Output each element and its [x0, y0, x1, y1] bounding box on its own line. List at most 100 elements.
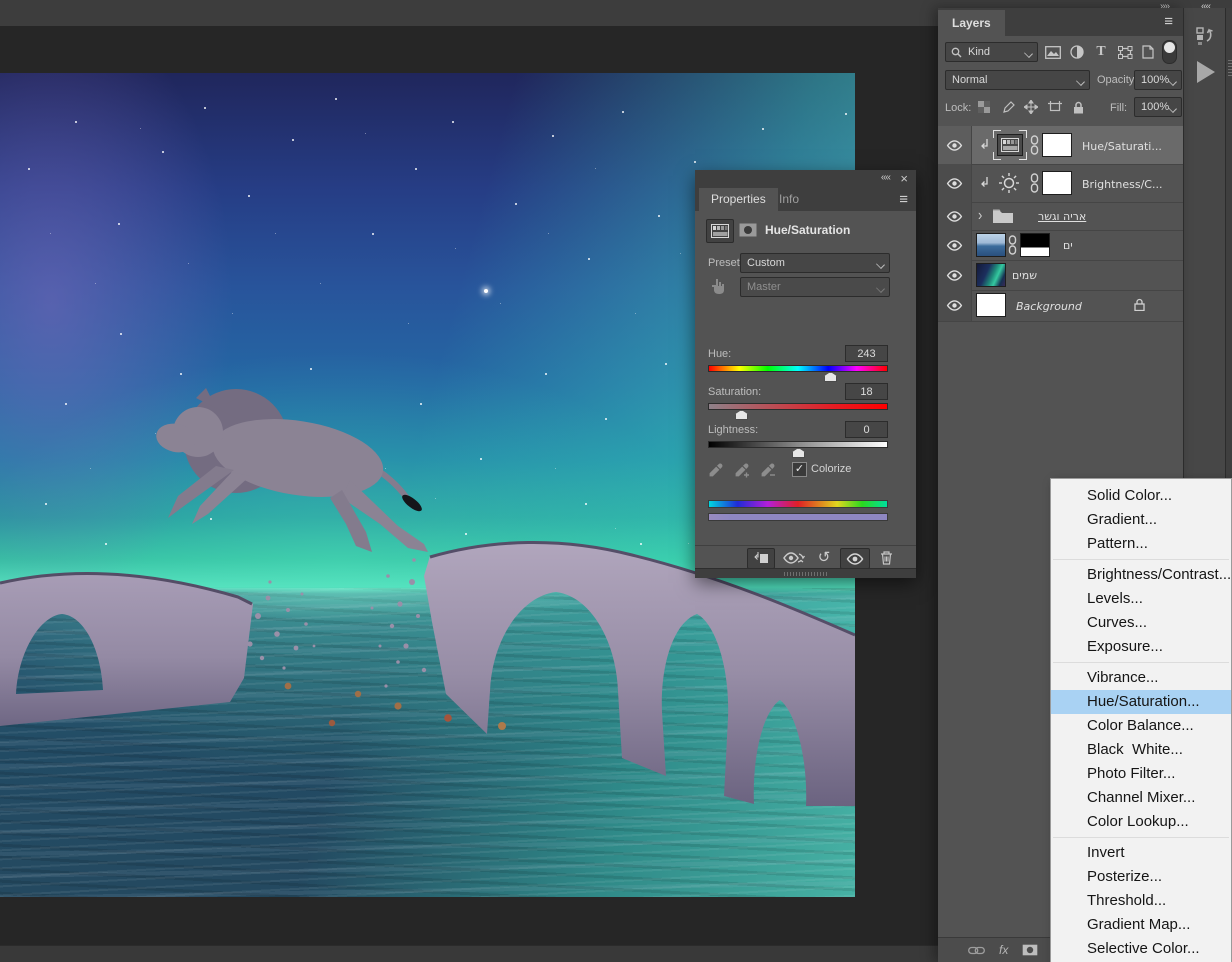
- lock-artboard-icon[interactable]: [1044, 97, 1066, 117]
- panel-menu-icon[interactable]: ≡: [899, 192, 908, 207]
- lock-transparency-icon[interactable]: [974, 97, 994, 117]
- background-thumbnail[interactable]: [976, 293, 1006, 317]
- layer-style-icon[interactable]: fx: [999, 943, 1008, 957]
- filter-adjustment-layers-icon[interactable]: [1066, 42, 1088, 62]
- eyedropper-plus-icon[interactable]: [731, 459, 753, 481]
- menu-item-brightness-contrast[interactable]: Brightness/Contrast...: [1051, 563, 1231, 587]
- menu-item-photo-filter[interactable]: Photo Filter...: [1051, 762, 1231, 786]
- preset-dropdown[interactable]: Custom: [740, 253, 890, 273]
- clip-to-layer-button[interactable]: [747, 548, 775, 569]
- collapse-panel-icon[interactable]: ««: [881, 172, 890, 183]
- menu-item-vibrance[interactable]: Vibrance...: [1051, 666, 1231, 690]
- visibility-toggle[interactable]: [938, 260, 972, 290]
- layer-name[interactable]: אריה וגשר: [1038, 210, 1086, 223]
- menu-item-hue-saturation[interactable]: Hue/Saturation...: [1051, 690, 1231, 714]
- toggle-visibility-button[interactable]: [840, 548, 870, 569]
- channel-dropdown[interactable]: Master: [740, 277, 890, 297]
- opacity-field[interactable]: 100%: [1134, 70, 1182, 90]
- mask-icon-button[interactable]: [735, 219, 761, 241]
- colorize-checkbox[interactable]: ✓: [792, 462, 807, 477]
- visibility-toggle[interactable]: [938, 164, 972, 202]
- saturation-value-field[interactable]: 18: [845, 383, 888, 400]
- menu-item-black-white[interactable]: Black White...: [1051, 738, 1231, 762]
- add-mask-icon[interactable]: [1022, 944, 1038, 956]
- fill-field[interactable]: 100%: [1134, 97, 1182, 117]
- lock-position-icon[interactable]: [1020, 97, 1042, 117]
- dock-grip[interactable]: [1228, 60, 1232, 76]
- blend-mode-dropdown[interactable]: Normal: [945, 70, 1090, 90]
- filter-type-layers-icon[interactable]: T: [1090, 42, 1112, 62]
- layer-row-group[interactable]: › אריה וגשר: [938, 202, 1183, 231]
- reset-button[interactable]: ↺: [813, 547, 835, 567]
- sea-layer-thumbnail[interactable]: [976, 233, 1006, 257]
- layer-row-background[interactable]: Background: [938, 290, 1183, 322]
- layer-name[interactable]: שמים: [1012, 269, 1037, 282]
- menu-item-invert[interactable]: Invert: [1051, 841, 1231, 865]
- close-panel-icon[interactable]: ×: [900, 171, 908, 186]
- menu-item-selective-color[interactable]: Selective Color...: [1051, 937, 1231, 961]
- layer-row-hue-saturation[interactable]: Hue/Saturati...: [938, 126, 1183, 165]
- layer-name[interactable]: ים: [1063, 239, 1073, 252]
- menu-item-exposure[interactable]: Exposure...: [1051, 635, 1231, 659]
- layer-mask-thumbnail[interactable]: [1042, 133, 1072, 157]
- menu-item-threshold[interactable]: Threshold...: [1051, 889, 1231, 913]
- visibility-toggle[interactable]: [938, 290, 972, 321]
- menu-item-posterize[interactable]: Posterize...: [1051, 865, 1231, 889]
- lightness-slider-thumb[interactable]: [792, 448, 805, 458]
- lightness-slider[interactable]: [708, 441, 888, 448]
- hue-saturation-thumbnail[interactable]: [997, 134, 1023, 156]
- panel-resize-grip[interactable]: [695, 568, 916, 578]
- view-previous-state-button[interactable]: [780, 548, 808, 567]
- menu-item-color-balance[interactable]: Color Balance...: [1051, 714, 1231, 738]
- layer-name[interactable]: Brightness/C...: [1082, 178, 1162, 191]
- mask-link-icon[interactable]: [1030, 173, 1039, 193]
- filter-toggle-switch[interactable]: [1162, 40, 1177, 64]
- visibility-toggle[interactable]: [938, 126, 972, 164]
- sky-layer-thumbnail[interactable]: [976, 263, 1006, 287]
- tab-properties[interactable]: Properties: [699, 188, 778, 211]
- menu-item-gradient[interactable]: Gradient...: [1051, 508, 1231, 532]
- layer-row-brightness-contrast[interactable]: Brightness/C...: [938, 164, 1183, 203]
- link-layers-icon[interactable]: [968, 946, 985, 955]
- lock-all-icon[interactable]: [1068, 97, 1088, 117]
- layer-name[interactable]: Background: [1016, 300, 1082, 313]
- layer-row-sea[interactable]: ים: [938, 230, 1183, 261]
- group-disclosure-icon[interactable]: ›: [978, 206, 982, 224]
- history-panel-button[interactable]: [1191, 22, 1219, 50]
- layer-name[interactable]: Hue/Saturati...: [1082, 140, 1162, 153]
- saturation-slider-thumb[interactable]: [735, 410, 748, 420]
- panel-menu-icon[interactable]: ≡: [1164, 14, 1173, 29]
- menu-item-pattern[interactable]: Pattern...: [1051, 532, 1231, 556]
- saturation-slider[interactable]: [708, 403, 888, 410]
- actions-panel-button[interactable]: [1192, 58, 1220, 86]
- folder-icon[interactable]: [992, 208, 1014, 224]
- menu-item-gradient-map[interactable]: Gradient Map...: [1051, 913, 1231, 937]
- hue-slider-thumb[interactable]: [824, 372, 837, 382]
- mask-link-icon[interactable]: [1030, 135, 1039, 155]
- lock-pixels-icon[interactable]: [998, 97, 1018, 117]
- hue-value-field[interactable]: 243: [845, 345, 888, 362]
- adjustment-icon-button[interactable]: [706, 219, 734, 243]
- layer-mask-thumbnail[interactable]: [1042, 171, 1072, 195]
- eyedropper-minus-icon[interactable]: [757, 459, 779, 481]
- mask-link-icon[interactable]: [1008, 235, 1017, 255]
- tab-layers[interactable]: Layers: [938, 10, 1005, 36]
- eyedropper-icon[interactable]: [705, 459, 727, 481]
- hue-slider[interactable]: [708, 365, 888, 372]
- delete-adjustment-button[interactable]: [875, 548, 897, 567]
- visibility-toggle[interactable]: [938, 230, 972, 260]
- menu-item-levels[interactable]: Levels...: [1051, 587, 1231, 611]
- menu-item-channel-mixer[interactable]: Channel Mixer...: [1051, 786, 1231, 810]
- menu-item-color-lookup[interactable]: Color Lookup...: [1051, 810, 1231, 834]
- menu-item-curves[interactable]: Curves...: [1051, 611, 1231, 635]
- tab-info[interactable]: Info: [767, 188, 811, 211]
- filter-pixel-layers-icon[interactable]: [1042, 42, 1064, 62]
- filter-smart-objects-icon[interactable]: [1138, 42, 1158, 62]
- layer-mask-thumbnail[interactable]: [1020, 233, 1050, 257]
- layer-row-sky[interactable]: שמים: [938, 260, 1183, 291]
- targeted-adjustment-tool[interactable]: [705, 275, 729, 297]
- menu-item-solid-color[interactable]: Solid Color...: [1051, 484, 1231, 508]
- brightness-contrast-thumbnail[interactable]: [998, 172, 1020, 194]
- filter-shape-layers-icon[interactable]: [1114, 42, 1136, 62]
- visibility-toggle[interactable]: [938, 202, 972, 230]
